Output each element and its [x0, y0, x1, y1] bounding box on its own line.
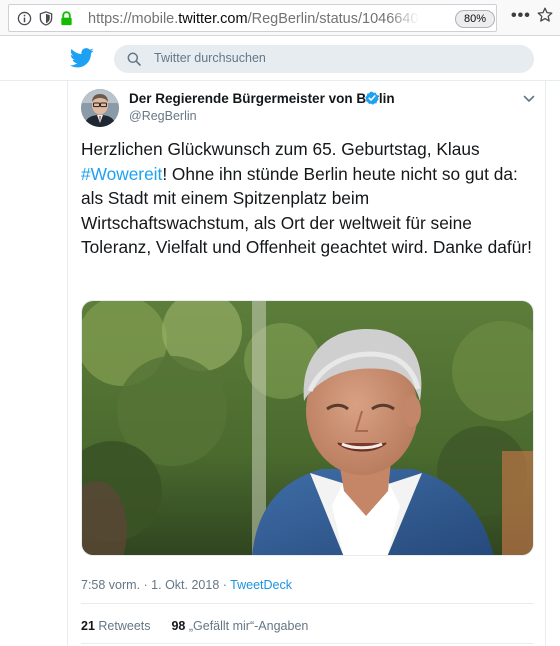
hashtag-link[interactable]: #Wowereit	[81, 164, 162, 184]
likes-stat[interactable]: 98 „Gefällt mir“-Angaben	[171, 619, 308, 633]
divider	[81, 643, 534, 644]
search-icon	[127, 52, 141, 71]
author-name[interactable]: Der Regierende Bürgermeister von Berlin	[129, 91, 395, 106]
more-actions-icon[interactable]: •••	[511, 7, 531, 25]
tweet-time[interactable]: 7:58 vorm.	[81, 578, 140, 592]
tweet-text: Herzlichen Glückwunsch zum 65. Geburtsta…	[81, 139, 532, 257]
url-bar[interactable]: https://mobile.twitter.com/RegBerlin/sta…	[8, 4, 497, 32]
avatar[interactable]	[81, 89, 119, 127]
tweet-card: Der Regierende Bürgermeister von Berlin …	[67, 81, 546, 646]
shield-icon[interactable]	[39, 11, 53, 31]
star-icon[interactable]	[537, 7, 553, 28]
url-text[interactable]: https://mobile.twitter.com/RegBerlin/sta…	[88, 11, 418, 27]
source-app-link[interactable]: TweetDeck	[230, 578, 292, 592]
search-input[interactable]: Twitter durchsuchen	[114, 45, 534, 73]
search-placeholder: Twitter durchsuchen	[154, 51, 266, 65]
twitter-bird-icon[interactable]	[69, 48, 94, 73]
chevron-down-icon[interactable]	[523, 90, 535, 108]
retweets-stat[interactable]: 21 Retweets	[81, 619, 151, 633]
zoom-badge[interactable]: 80%	[455, 10, 495, 28]
tweet-stats: 21 Retweets 98 „Gefällt mir“-Angaben	[81, 619, 308, 633]
tweet-photo[interactable]	[81, 300, 534, 556]
verified-badge-icon	[365, 91, 379, 110]
url-fade	[389, 7, 419, 29]
divider	[81, 603, 534, 604]
lock-icon[interactable]	[60, 11, 73, 31]
info-icon[interactable]	[17, 11, 32, 31]
twitter-header: Twitter durchsuchen	[0, 37, 560, 81]
browser-toolbar: https://mobile.twitter.com/RegBerlin/sta…	[0, 0, 560, 36]
tweet-meta: 7:58 vorm. · 1. Okt. 2018 · TweetDeck	[81, 578, 293, 592]
author-handle[interactable]: @RegBerlin	[129, 109, 197, 123]
tweet-date[interactable]: 1. Okt. 2018	[151, 578, 219, 592]
